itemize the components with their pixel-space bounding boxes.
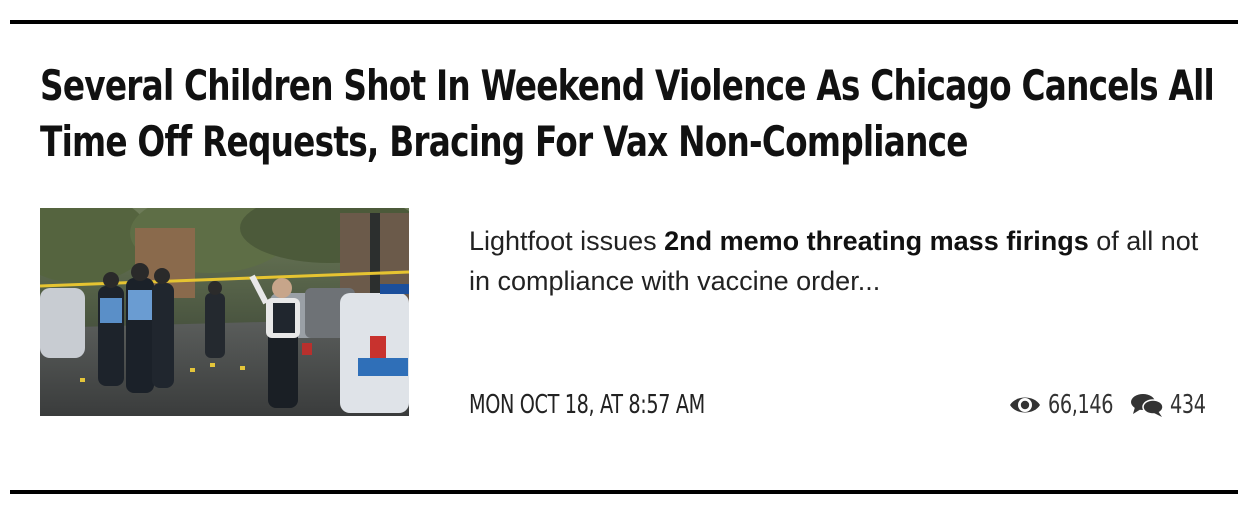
views-count: 66,146 [1048,390,1114,420]
article-thumbnail[interactable] [40,208,409,416]
headline-link[interactable]: Several Children Shot In Weekend Violenc… [40,61,1215,166]
article-stats: 66,146 434 [1008,390,1208,420]
bottom-divider [10,490,1238,494]
teaser-text-start: Lightfoot issues [469,226,665,256]
article-teaser: Lightfoot issues 2nd memo threating mass… [469,221,1209,301]
article-headline[interactable]: Several Children Shot In Weekend Violenc… [40,58,1215,170]
headline-line-2[interactable]: Time Off Requests, Bracing For Vax Non-C… [40,117,968,166]
headline-line-1[interactable]: Several Children Shot In Weekend Violenc… [40,61,1215,110]
comment-bubbles-icon[interactable] [1130,392,1164,418]
views-stat: 66,146 [1008,390,1114,420]
top-divider [10,20,1238,24]
eye-icon [1008,392,1042,418]
article-timestamp: MON OCT 18, AT 8:57 AM [469,390,705,420]
comments-count[interactable]: 434 [1170,390,1206,420]
comments-stat[interactable]: 434 [1130,390,1208,420]
teaser-highlight[interactable]: 2nd memo threating mass firings [664,226,1089,256]
police-scene-photo [40,208,409,416]
